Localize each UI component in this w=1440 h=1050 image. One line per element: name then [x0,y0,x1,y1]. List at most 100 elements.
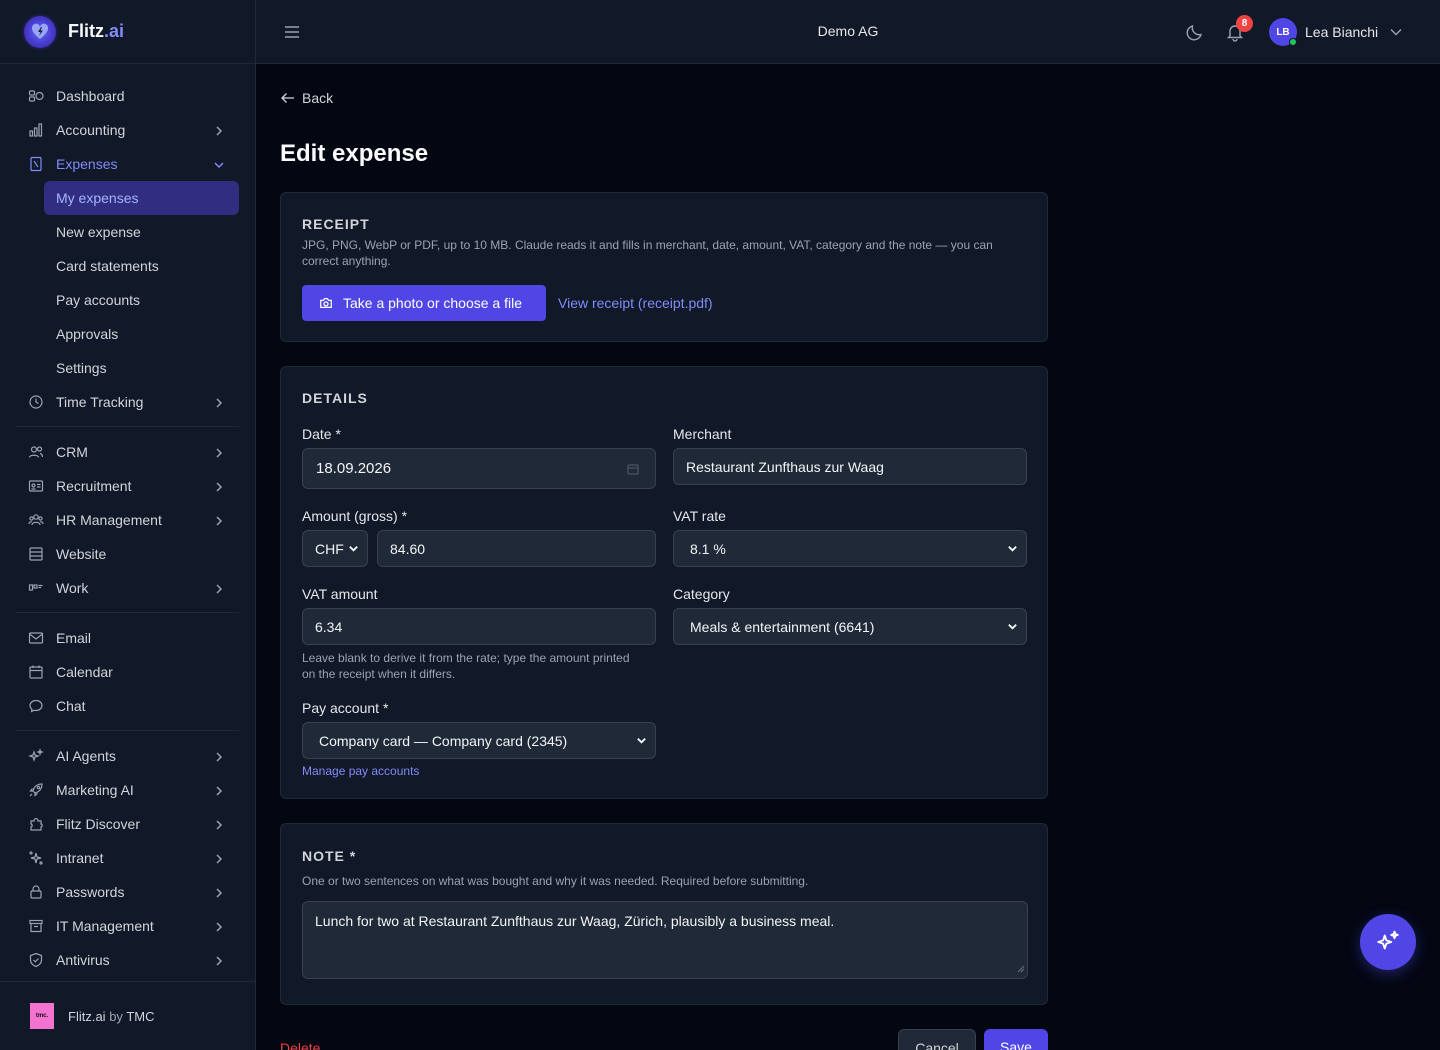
tmc-logo: tmc. [30,1003,54,1029]
receipt-icon [28,156,44,172]
pay-account-select[interactable]: Company card — Company card (2345) [302,722,656,759]
sidebar-item-label: HR Management [56,512,162,528]
currency-select[interactable]: CHF [302,530,368,567]
user-name[interactable]: Lea Bianchi [1305,24,1378,40]
shield-icon [28,952,44,968]
amount-field[interactable]: 84.60 [377,530,656,567]
currency-value: CHF [315,540,344,557]
amount-value: 84.60 [390,540,426,557]
chevron-down-icon [1007,619,1018,635]
receipt-help-line1: JPG, PNG, WebP or PDF, up to 10 MB. Clau… [302,238,993,252]
puzzle-icon [28,816,44,832]
camera-icon [320,298,332,308]
sidebar-item-website[interactable]: Website [16,537,239,571]
vat-amount-field[interactable]: 6.34 [302,608,656,645]
sidebar-item-hr-management[interactable]: HR Management [16,503,239,537]
sidebar-item-label: Flitz Discover [56,816,141,832]
calendar-icon[interactable] [627,462,639,478]
sidebar-item-expenses[interactable]: Expenses [16,147,239,181]
chevron-right-icon [213,480,225,496]
vat-rate-value: 8.1 % [690,540,726,557]
ai-assistant-button[interactable] [1360,914,1416,970]
brand-name: Flitz.ai [68,21,125,41]
sidebar-subitem-approvals[interactable]: Approvals [44,317,239,351]
sidebar-subitem-pay-accounts[interactable]: Pay accounts [44,283,239,317]
sidebar-item-it-management[interactable]: IT Management [16,909,239,943]
vat-amount-value: 6.34 [315,618,343,635]
footer-brand: Flitz.ai [68,1008,106,1024]
sidebar-item-label: Intranet [56,850,104,866]
window-icon [28,546,44,562]
manage-pay-accounts-link[interactable]: Manage pay accounts [302,764,419,778]
sidebar-subitem-card-statements[interactable]: Card statements [44,249,239,283]
chevron-down-icon[interactable] [1389,25,1403,42]
sidebar-item-label: Email [56,630,92,646]
note-help: One or two sentences on what was bought … [302,874,809,888]
sidebar-item-antivirus[interactable]: Antivirus [16,943,239,977]
chevron-down-icon [1007,541,1018,557]
amount-label: Amount (gross) * [302,508,408,524]
sidebar-item-calendar[interactable]: Calendar [16,655,239,689]
merchant-value: Restaurant Zunfthaus zur Waag [686,458,884,475]
category-value: Meals & entertainment (6641) [690,618,875,635]
sparkles-icon [28,748,44,764]
sidebar-item-label: Chat [56,698,86,714]
sidebar-item-label: Marketing AI [56,782,134,798]
note-textarea[interactable]: Lunch for two at Restaurant Zunfthaus zu… [302,901,1028,979]
sidebar-item-work[interactable]: Work [16,571,239,605]
sidebar-item-passwords[interactable]: Passwords [16,875,239,909]
sidebar-subitem-new-expense[interactable]: New expense [44,215,239,249]
brand[interactable]: Flitz.ai [0,0,255,64]
sidebar-item-label: Expenses [56,156,118,172]
sidebar-item-dashboard[interactable]: Dashboard [16,79,239,113]
sidebar-subitem-my-expenses[interactable]: My expenses [44,181,239,215]
save-button[interactable]: Save [984,1029,1048,1050]
sparkles-icon [1377,930,1399,950]
sidebar-item-email[interactable]: Email [16,621,239,655]
sidebar-item-label: Calendar [56,664,113,680]
view-receipt-link[interactable]: View receipt (receipt.pdf) [558,295,713,311]
sidebar-item-label: Accounting [56,122,126,138]
notification-badge: 8 [1236,15,1253,32]
upload-receipt-button[interactable]: Take a photo or choose a file [302,285,546,321]
sidebar-item-intranet[interactable]: Intranet [16,841,239,875]
upload-receipt-label: Take a photo or choose a file [343,295,523,311]
resize-handle-icon[interactable] [1017,960,1025,976]
merchant-field[interactable]: Restaurant Zunfthaus zur Waag [673,448,1027,485]
vat-rate-select[interactable]: 8.1 % [673,530,1027,567]
note-value: Lunch for two at Restaurant Zunfthaus zu… [315,913,835,929]
sidebar-item-marketing-ai[interactable]: Marketing AI [16,773,239,807]
date-value: 18.09.2026 [316,460,392,477]
chevron-right-icon [213,750,225,766]
sidebar-item-label: Website [56,546,107,562]
note-title: NOTE * [302,848,357,864]
back-link[interactable]: Back [280,90,333,106]
sidebar-item-label: Dashboard [56,88,125,104]
sidebar-item-time-tracking[interactable]: Time Tracking [16,385,239,419]
chart-bars-icon [28,122,44,138]
chevron-down-icon [636,733,647,749]
date-field[interactable]: 18.09.2026 [302,448,656,489]
receipt-help-line2: correct anything. [302,254,391,268]
sidebar-item-crm[interactable]: CRM [16,435,239,469]
id-card-icon [28,478,44,494]
footer-by: by [109,1008,123,1024]
sidebar-item-recruitment[interactable]: Recruitment [16,469,239,503]
date-label: Date * [302,426,341,442]
cancel-button[interactable]: Cancel [898,1029,976,1050]
chevron-right-icon [213,784,225,800]
mail-icon [28,630,44,646]
sidebar-item-ai-agents[interactable]: AI Agents [16,739,239,773]
sidebar-subitem-settings[interactable]: Settings [44,351,239,385]
moon-icon[interactable] [1185,22,1205,45]
chevron-right-icon [213,396,225,412]
topbar: Demo AG 8 LB Lea Bianchi [256,0,1440,64]
calendar-icon [28,664,44,680]
sidebar-item-flitz-discover[interactable]: Flitz Discover [16,807,239,841]
sidebar-item-chat[interactable]: Chat [16,689,239,723]
delete-button[interactable]: Delete [280,1040,320,1050]
chevron-right-icon [213,124,225,140]
receipt-card: RECEIPT JPG, PNG, WebP or PDF, up to 10 … [280,192,1048,342]
sidebar-item-accounting[interactable]: Accounting [16,113,239,147]
category-select[interactable]: Meals & entertainment (6641) [673,608,1027,645]
